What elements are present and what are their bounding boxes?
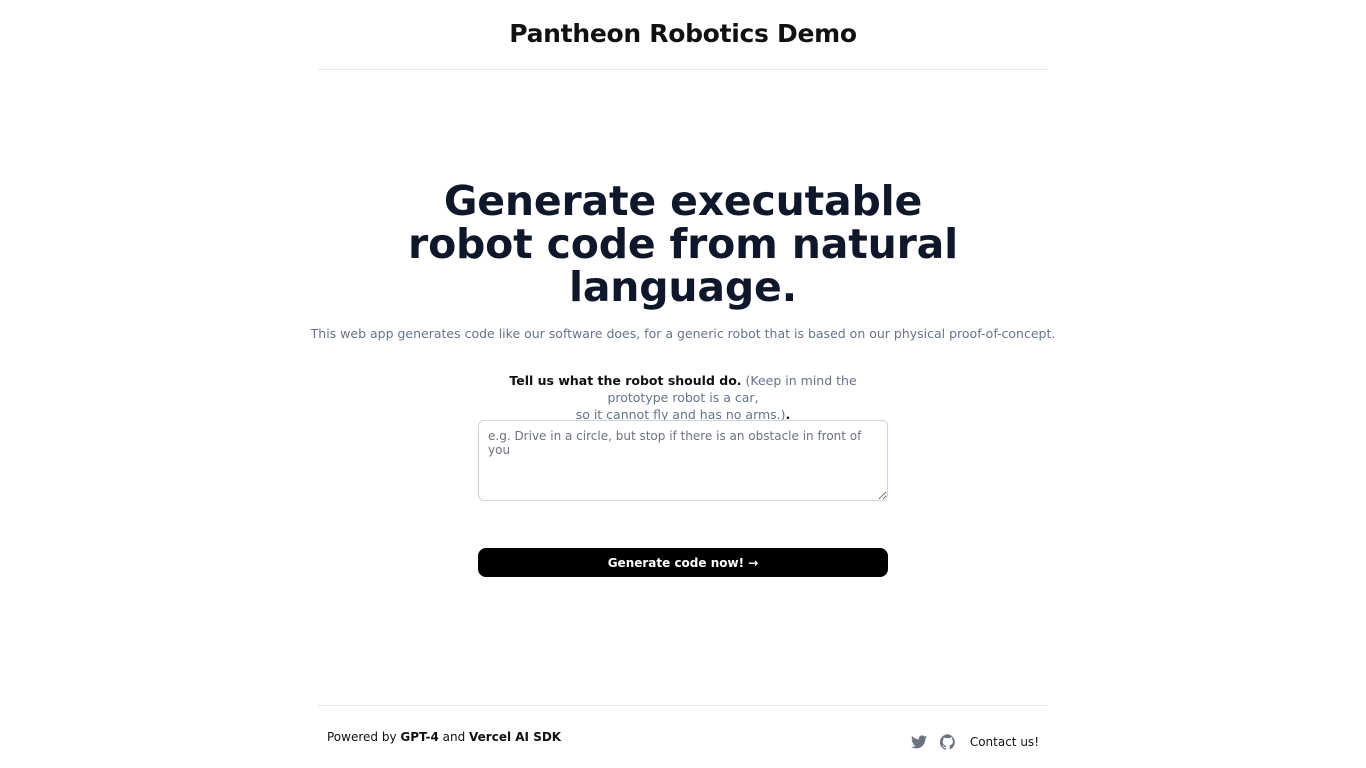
twitter-icon[interactable] xyxy=(910,733,928,751)
site-header: Pantheon Robotics Demo xyxy=(318,0,1048,70)
hero-title-line-2: robot code from natural xyxy=(408,220,958,268)
hero: Generate executable robot code from natu… xyxy=(383,180,983,309)
footer-links: Contact us! xyxy=(910,733,1039,751)
site-title[interactable]: Pantheon Robotics Demo xyxy=(509,19,857,48)
vercel-ai-sdk-link[interactable]: Vercel AI SDK xyxy=(469,730,561,744)
page: Pantheon Robotics Demo Generate executab… xyxy=(0,0,1366,768)
contact-link[interactable]: Contact us! xyxy=(970,735,1039,749)
gpt4-link[interactable]: GPT-4 xyxy=(400,730,438,744)
powered-prefix: Powered by xyxy=(327,730,397,744)
instruction-strong: Tell us what the robot should do. xyxy=(509,373,742,388)
site-footer: Powered by GPT-4 and Vercel AI SDK Conta… xyxy=(318,705,1048,768)
powered-and: and xyxy=(442,730,466,744)
prompt-instruction: Tell us what the robot should do. (Keep … xyxy=(478,372,888,423)
powered-by: Powered by GPT-4 and Vercel AI SDK xyxy=(327,730,561,744)
generate-code-button[interactable]: Generate code now! → xyxy=(478,548,888,577)
hero-title-line-1: Generate executable xyxy=(443,177,923,225)
hero-title-line-3: language. xyxy=(568,263,798,311)
hero-subtitle: This web app generates code like our sof… xyxy=(310,326,1056,341)
hero-title: Generate executable robot code from natu… xyxy=(383,180,983,309)
robot-prompt-input[interactable] xyxy=(478,420,888,501)
github-icon[interactable] xyxy=(939,733,957,751)
